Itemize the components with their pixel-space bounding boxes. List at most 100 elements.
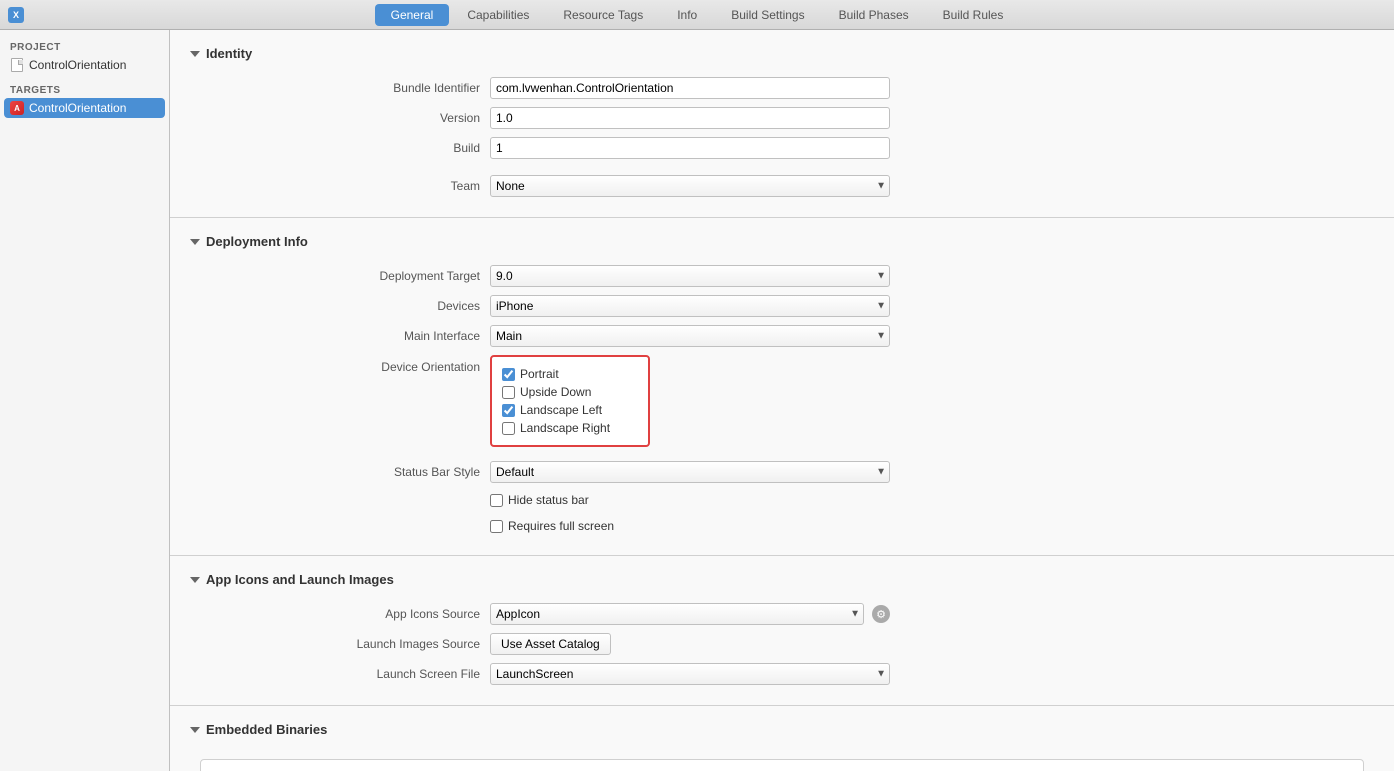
version-label: Version [190,111,490,125]
landscape-right-checkbox[interactable] [502,422,515,435]
deployment-target-row: Deployment Target 9.0 ▼ [170,261,1394,291]
landscape-left-checkbox[interactable] [502,404,515,417]
identity-header: Identity [170,46,1394,73]
launch-images-source-row: Launch Images Source Use Asset Catalog [170,629,1394,659]
team-label: Team [190,179,490,193]
deployment-header: Deployment Info [170,234,1394,261]
requires-full-screen-row: Requires full screen [170,513,1394,539]
content-area: Identity Bundle Identifier Version Build [170,30,1394,771]
version-row: Version [170,103,1394,133]
build-control [490,137,890,159]
version-input[interactable] [490,107,890,129]
hide-status-bar-label: Hide status bar [508,493,589,507]
identity-collapse-triangle[interactable] [190,51,200,57]
portrait-checkbox[interactable] [502,368,515,381]
embedded-binaries-placeholder: Add embedded binaries here [201,760,1363,771]
app-icons-gear-button[interactable]: ⚙ [872,605,890,623]
use-asset-catalog-button[interactable]: Use Asset Catalog [490,633,611,655]
landscape-right-label: Landscape Right [520,421,610,435]
bundle-identifier-control [490,77,890,99]
nav-tab-resource-tags[interactable]: Resource Tags [547,4,659,26]
deployment-title: Deployment Info [206,234,308,249]
nav-tab-general[interactable]: General [375,4,450,26]
deployment-target-select[interactable]: 9.0 [490,265,890,287]
bundle-identifier-input[interactable] [490,77,890,99]
targets-section-label: TARGETS [0,81,169,98]
document-icon [10,58,24,72]
app-icons-source-select[interactable]: AppIcon [490,603,864,625]
sidebar-item-target[interactable]: A ControlOrientation [4,98,165,118]
bundle-identifier-label: Bundle Identifier [190,81,490,95]
landscape-right-checkbox-row: Landscape Right [502,419,638,437]
deployment-target-control: 9.0 ▼ [490,265,890,287]
xcode-icon: X [8,7,24,23]
devices-select-wrap: iPhone iPad Universal ▼ [490,295,890,317]
hide-status-bar-row: Hide status bar [170,487,1394,513]
launch-images-source-control: Use Asset Catalog [490,633,890,655]
nav-tab-build-settings[interactable]: Build Settings [715,4,820,26]
nav-tab-info[interactable]: Info [661,4,713,26]
main-interface-select-wrap: Main ▼ [490,325,890,347]
launch-screen-file-control: LaunchScreen ▼ [490,663,890,685]
hide-status-bar-checkbox[interactable] [490,494,503,507]
launch-screen-file-row: Launch Screen File LaunchScreen ▼ [170,659,1394,689]
device-orientation-label: Device Orientation [190,355,490,374]
sidebar: PROJECT ControlOrientation TARGETS A Con… [0,30,170,771]
sidebar-target-name: ControlOrientation [29,101,126,115]
main-interface-label: Main Interface [190,329,490,343]
launch-screen-file-select-wrap: LaunchScreen ▼ [490,663,890,685]
app-icons-source-select-wrap: AppIcon ▼ [490,603,864,625]
main-interface-select[interactable]: Main [490,325,890,347]
orientation-box: Portrait Upside Down Landscape Left Land… [490,355,650,447]
status-bar-style-select[interactable]: Default Light Content [490,461,890,483]
nav-tab-build-rules[interactable]: Build Rules [927,4,1020,26]
hide-status-bar-control: Hide status bar [490,491,890,509]
app-icons-section: App Icons and Launch Images App Icons So… [170,556,1394,706]
team-row: Team None ▼ [170,171,1394,201]
team-select-wrap: None ▼ [490,175,890,197]
main-layout: PROJECT ControlOrientation TARGETS A Con… [0,30,1394,771]
identity-title: Identity [206,46,252,61]
app-icons-header: App Icons and Launch Images [170,572,1394,599]
embedded-binaries-header: Embedded Binaries [170,722,1394,749]
team-select[interactable]: None [490,175,890,197]
embedded-binaries-title: Embedded Binaries [206,722,327,737]
deployment-section: Deployment Info Deployment Target 9.0 ▼ … [170,218,1394,556]
deployment-target-select-wrap: 9.0 ▼ [490,265,890,287]
app-icons-collapse-triangle[interactable] [190,577,200,583]
sidebar-project-name: ControlOrientation [29,58,126,72]
landscape-left-label: Landscape Left [520,403,602,417]
upside-down-label: Upside Down [520,385,591,399]
upside-down-checkbox[interactable] [502,386,515,399]
sidebar-item-project[interactable]: ControlOrientation [0,55,169,75]
top-nav: X GeneralCapabilitiesResource TagsInfoBu… [0,0,1394,30]
build-label: Build [190,141,490,155]
launch-screen-file-select[interactable]: LaunchScreen [490,663,890,685]
bundle-identifier-row: Bundle Identifier [170,73,1394,103]
requires-full-screen-checkbox-row: Requires full screen [490,517,890,535]
launch-screen-file-label: Launch Screen File [190,667,490,681]
deployment-collapse-triangle[interactable] [190,239,200,245]
app-target-icon: A [10,101,24,115]
launch-images-source-label: Launch Images Source [190,637,490,651]
device-orientation-row: Device Orientation Portrait Upside Down … [170,351,1394,451]
nav-tab-build-phases[interactable]: Build Phases [823,4,925,26]
app-icons-source-control: AppIcon ▼ ⚙ [490,603,890,625]
requires-full-screen-checkbox[interactable] [490,520,503,533]
portrait-label: Portrait [520,367,559,381]
devices-select[interactable]: iPhone iPad Universal [490,295,890,317]
embedded-binaries-collapse-triangle[interactable] [190,727,200,733]
build-input[interactable] [490,137,890,159]
xcode-logo: X [8,7,24,23]
upside-down-checkbox-row: Upside Down [502,383,638,401]
app-icons-source-label: App Icons Source [190,607,490,621]
devices-control: iPhone iPad Universal ▼ [490,295,890,317]
status-bar-style-control: Default Light Content ▼ [490,461,890,483]
status-bar-style-select-wrap: Default Light Content ▼ [490,461,890,483]
nav-tab-capabilities[interactable]: Capabilities [451,4,545,26]
app-icons-title: App Icons and Launch Images [206,572,394,587]
requires-full-screen-label: Requires full screen [508,519,614,533]
identity-section: Identity Bundle Identifier Version Build [170,30,1394,218]
embedded-binaries-table: Add embedded binaries here [200,759,1364,771]
landscape-left-checkbox-row: Landscape Left [502,401,638,419]
